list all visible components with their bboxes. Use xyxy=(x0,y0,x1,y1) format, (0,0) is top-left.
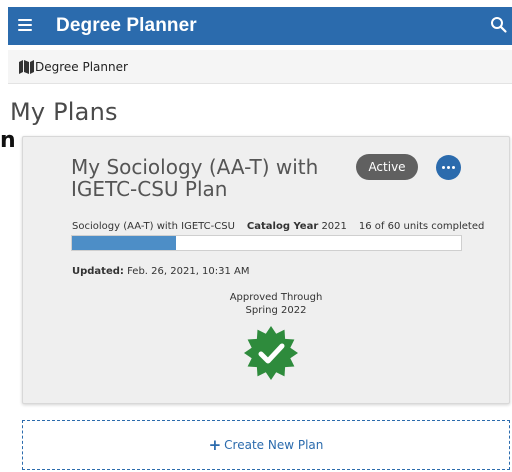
plan-meta: Sociology (AA-T) with IGETC-CSU Catalog Y… xyxy=(72,221,484,232)
create-new-plan-label: Create New Plan xyxy=(224,438,324,452)
plan-title[interactable]: My Sociology (AA-T) with IGETC-CSU Plan xyxy=(71,156,351,200)
approval-status: Approved Through Spring 2022 xyxy=(201,291,351,317)
app-title: Degree Planner xyxy=(56,15,197,36)
approval-line-1: Approved Through xyxy=(229,292,323,303)
updated-label: Updated: xyxy=(72,266,124,277)
catalog-year-label: Catalog Year xyxy=(246,221,319,232)
progress-fill xyxy=(72,236,176,250)
breadcrumb: Degree Planner xyxy=(8,50,512,84)
plan-card[interactable]: My Sociology (AA-T) with IGETC-CSU Plan … xyxy=(22,136,510,404)
hamburger-icon[interactable] xyxy=(18,18,32,32)
plus-icon: + xyxy=(208,435,222,454)
approved-badge-icon xyxy=(244,326,298,380)
program-name: Sociology (AA-T) with IGETC-CSU xyxy=(72,221,235,232)
create-new-plan-button[interactable]: + Create New Plan xyxy=(22,420,510,470)
app-header: Degree Planner xyxy=(8,7,512,45)
approval-line-2: Spring 2022 xyxy=(245,305,307,316)
updated-value: Feb. 26, 2021, 10:31 AM xyxy=(127,266,250,277)
search-icon[interactable] xyxy=(490,16,508,34)
status-badge: Active xyxy=(356,154,418,180)
page-title: My Plans xyxy=(10,98,118,126)
progress-bar xyxy=(71,235,462,251)
units-completed: 16 of 60 units completed xyxy=(358,221,485,232)
more-options-icon[interactable] xyxy=(436,155,461,180)
map-icon xyxy=(19,60,34,74)
updated-timestamp: Updated: Feb. 26, 2021, 10:31 AM xyxy=(72,266,250,277)
breadcrumb-item-degree-planner[interactable]: Degree Planner xyxy=(35,60,128,74)
catalog-year-value: 2021 xyxy=(321,221,347,232)
side-glyph: n xyxy=(0,128,16,153)
